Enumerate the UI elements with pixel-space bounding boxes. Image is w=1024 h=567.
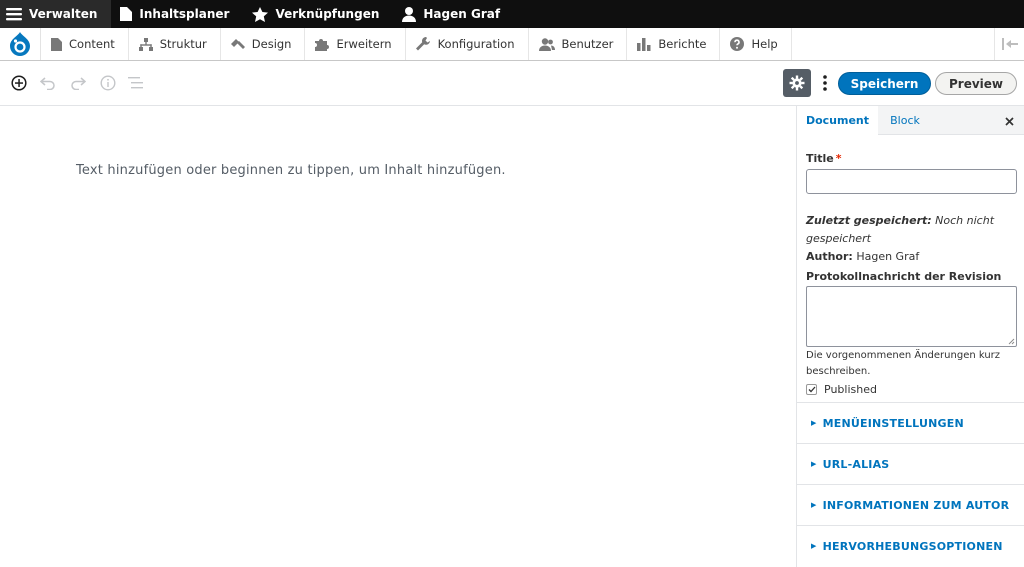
star-icon	[252, 6, 269, 22]
more-vertical-icon	[823, 75, 827, 91]
drupal-drop-icon	[10, 32, 30, 56]
info-icon	[100, 75, 116, 91]
preview-button[interactable]: Preview	[935, 72, 1017, 95]
author-value: Hagen Graf	[856, 250, 920, 263]
tray-label-help: Help	[751, 37, 778, 51]
toolbar-label-inhaltsplaner: Inhaltsplaner	[139, 7, 230, 21]
revision-label: Protokollnachricht der Revision	[806, 270, 1002, 283]
panel-arrow-icon: ▶	[811, 460, 817, 468]
tray-item-design[interactable]: Design	[221, 28, 306, 60]
undo-button[interactable]	[38, 73, 58, 93]
wrench-icon	[415, 37, 430, 51]
sidebar-tabs: Document Block	[797, 106, 1024, 135]
toolbar-label-user: Hagen Graf	[423, 7, 501, 21]
people-icon	[538, 37, 555, 51]
tray-item-berichte[interactable]: Berichte	[627, 28, 721, 60]
resize-grip-icon[interactable]	[1007, 337, 1015, 345]
tray-label-konfiguration: Konfiguration	[437, 37, 515, 51]
checkmark-icon	[808, 386, 815, 393]
toolbar-item-verwalten[interactable]: Verwalten	[0, 0, 112, 28]
editor-header: Speichern Preview	[0, 61, 1024, 106]
bar-chart-icon	[637, 37, 651, 51]
info-button[interactable]	[98, 73, 118, 93]
paintbrush-icon	[230, 38, 245, 49]
panel-label: HERVORHEBUNGSOPTIONEN	[822, 539, 1003, 553]
close-icon	[1004, 116, 1014, 126]
tray-label-erweitern: Erweitern	[336, 37, 392, 51]
tray-collapse-button[interactable]	[994, 28, 1024, 60]
tab-block[interactable]: Block	[878, 106, 932, 135]
more-options-button[interactable]	[818, 71, 832, 95]
toolbar-label-verknuepfungen: Verknüpfungen	[275, 7, 380, 21]
settings-sidebar: Document Block Title * Zuletzt gespeicher…	[796, 106, 1024, 567]
required-marker: *	[835, 152, 842, 165]
title-label: Title *	[806, 152, 842, 165]
tray-label-berichte: Berichte	[658, 37, 707, 51]
puzzle-icon	[315, 38, 330, 51]
tray-item-struktur[interactable]: Struktur	[129, 28, 221, 60]
settings-button[interactable]	[783, 69, 811, 97]
structure-icon	[138, 37, 153, 51]
tray-label-struktur: Struktur	[159, 37, 207, 51]
toolbar-label-verwalten: Verwalten	[29, 7, 98, 21]
toolbar-item-verknuepfungen[interactable]: Verknüpfungen	[243, 0, 393, 28]
revision-description: Die vorgenommenen Änderungen kurz beschr…	[806, 350, 1001, 377]
tray-label-benutzer: Benutzer	[561, 37, 614, 51]
title-label-text: Title	[806, 152, 834, 165]
gear-icon	[789, 75, 805, 91]
tray-item-benutzer[interactable]: Benutzer	[529, 28, 628, 60]
block-placeholder[interactable]: Text hinzufügen oder beginnen zu tippen,…	[76, 163, 506, 178]
save-button[interactable]: Speichern	[838, 72, 931, 95]
redo-icon	[71, 77, 86, 90]
document-icon	[120, 7, 133, 21]
tray-item-content[interactable]: Content	[41, 28, 129, 60]
collapse-left-icon	[1001, 38, 1018, 50]
panel-label: MENÜEINSTELLUNGEN	[822, 416, 964, 430]
tray-item-help[interactable]: Help	[720, 28, 792, 60]
title-input[interactable]	[806, 169, 1017, 194]
tray-item-konfiguration[interactable]: Konfiguration	[406, 28, 529, 60]
toolbar-item-inhaltsplaner[interactable]: Inhaltsplaner	[111, 0, 243, 28]
help-icon	[730, 37, 745, 51]
hamburger-icon	[6, 8, 22, 21]
user-icon	[402, 6, 417, 22]
content-icon	[51, 37, 62, 51]
panel-label: INFORMATIONEN ZUM AUTOR	[822, 498, 1010, 512]
tray-label-design: Design	[251, 37, 292, 51]
published-label: Published	[824, 383, 877, 396]
panel-menu-settings[interactable]: ▶ MENÜEINSTELLUNGEN	[797, 402, 1024, 443]
editor-canvas[interactable]: Text hinzufügen oder beginnen zu tippen,…	[0, 106, 796, 567]
revision-textarea[interactable]	[806, 286, 1017, 347]
admin-toolbar: Verwalten Inhaltsplaner Verknüpfungen Ha…	[0, 0, 1024, 28]
panel-url-alias[interactable]: ▶ URL-ALIAS	[797, 443, 1024, 484]
panel-arrow-icon: ▶	[811, 501, 817, 509]
author-label: Author:	[806, 250, 853, 263]
last-saved-info: Zuletzt gespeichert: Noch nicht gespeich…	[806, 212, 1016, 248]
published-row: Published	[806, 383, 877, 396]
panel-arrow-icon: ▶	[811, 542, 817, 550]
admin-menu-tray: Content Struktur Design Erweitern Konfig…	[0, 28, 1024, 61]
panel-author-info[interactable]: ▶ INFORMATIONEN ZUM AUTOR	[797, 484, 1024, 525]
toolbar-item-user[interactable]: Hagen Graf	[393, 0, 514, 28]
undo-icon	[40, 77, 55, 90]
plus-circle-icon	[11, 75, 27, 91]
add-block-button[interactable]	[9, 73, 29, 93]
panel-promotion-options[interactable]: ▶ HERVORHEBUNGSOPTIONEN	[797, 525, 1024, 566]
tray-label-content: Content	[69, 37, 115, 51]
drupal-logo[interactable]	[0, 28, 41, 60]
list-icon	[128, 77, 143, 89]
panel-label: URL-ALIAS	[822, 457, 890, 471]
tab-document[interactable]: Document	[797, 106, 878, 135]
panel-arrow-icon: ▶	[811, 419, 817, 427]
author-info: Author: Hagen Graf	[806, 248, 1016, 266]
published-checkbox[interactable]	[806, 384, 817, 395]
redo-button[interactable]	[68, 73, 88, 93]
sidebar-close-button[interactable]	[1000, 112, 1018, 130]
last-saved-label: Zuletzt gespeichert:	[806, 214, 932, 227]
block-navigation-button[interactable]	[126, 73, 146, 93]
tray-item-erweitern[interactable]: Erweitern	[305, 28, 406, 60]
